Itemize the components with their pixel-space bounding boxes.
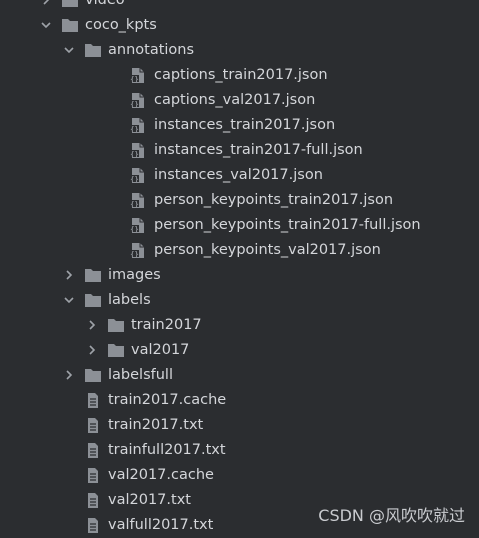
svg-text:{}: {} [130,125,138,133]
tree-item-train2017-cache[interactable]: train2017.cache [0,388,479,413]
svg-text:{}: {} [130,225,138,233]
json-file-icon: {} [129,192,147,209]
tree-item-instances-val2017-json[interactable]: {} instances_val2017.json [0,163,479,188]
tree-item-label: instances_train2017.json [154,117,336,133]
tree-item-label: person_keypoints_val2017.json [154,242,381,258]
tree-item-label: val2017.cache [108,467,214,483]
tree-item-label: captions_train2017.json [154,67,328,83]
text-file-icon [84,417,102,434]
folder-icon [61,17,79,34]
svg-text:{}: {} [130,250,138,258]
chevron-right-icon[interactable] [40,0,52,6]
text-file-icon [84,442,102,459]
json-file-icon: {} [129,242,147,259]
tree-item-label: video [85,0,125,8]
chevron-right-icon[interactable] [63,269,75,281]
svg-text:{}: {} [130,75,138,83]
tree-item-coco-kpts[interactable]: coco_kpts [0,13,479,38]
tree-item-label: train2017.txt [108,417,204,433]
watermark: CSDN @风吹吹就过 [318,506,465,525]
svg-text:{}: {} [130,100,138,108]
folder-icon [84,267,102,284]
tree-item-captions-train2017-json[interactable]: {} captions_train2017.json [0,63,479,88]
tree-item-instances-train2017-json[interactable]: {} instances_train2017.json [0,113,479,138]
tree-item-person-keypoints-val2017-json[interactable]: {} person_keypoints_val2017.json [0,238,479,263]
svg-text:{}: {} [130,150,138,158]
tree-item-label: valfull2017.txt [108,517,214,533]
svg-text:{}: {} [130,200,138,208]
folder-icon [84,292,102,309]
text-file-icon [84,492,102,509]
json-file-icon: {} [129,67,147,84]
json-file-icon: {} [129,167,147,184]
tree-item-label: instances_val2017.json [154,167,323,183]
json-file-icon: {} [129,217,147,234]
tree-item-label: trainfull2017.txt [108,442,226,458]
tree-item-label: images [108,267,161,283]
tree-item-labelsfull[interactable]: labelsfull [0,363,479,388]
tree-item-label: coco_kpts [85,17,157,33]
tree-item-images[interactable]: images [0,263,479,288]
tree-item-train2017[interactable]: train2017 [0,313,479,338]
tree-item-train2017-txt[interactable]: train2017.txt [0,413,479,438]
chevron-down-icon[interactable] [40,19,52,31]
tree-item-person-keypoints-train2017-json[interactable]: {} person_keypoints_train2017.json [0,188,479,213]
text-file-icon [84,392,102,409]
tree-item-val2017-cache[interactable]: val2017.cache [0,463,479,488]
tree-item-trainfull2017-txt[interactable]: trainfull2017.txt [0,438,479,463]
tree-item-val2017[interactable]: val2017 [0,338,479,363]
tree-item-label: annotations [108,42,195,58]
tree-item-instances-train2017-full-json[interactable]: {} instances_train2017-full.json [0,138,479,163]
tree-item-label: val2017.txt [108,492,191,508]
tree-item-label: captions_val2017.json [154,92,316,108]
folder-icon [107,317,125,334]
tree-item-person-keypoints-train2017-full-json[interactable]: {} person_keypoints_train2017-full.json [0,213,479,238]
chevron-down-icon[interactable] [63,294,75,306]
tree-item-label: person_keypoints_train2017.json [154,192,394,208]
tree-item-label: person_keypoints_train2017-full.json [154,217,421,233]
json-file-icon: {} [129,117,147,134]
tree-item-label: labelsfull [108,367,173,383]
text-file-icon [84,467,102,484]
tree-item-video[interactable]: video [0,0,479,13]
folder-icon [61,0,79,9]
chevron-right-icon[interactable] [86,319,98,331]
tree-item-label: train2017 [131,317,202,333]
tree-item-label: labels [108,292,151,308]
tree-item-label: instances_train2017-full.json [154,142,363,158]
tree-item-labels[interactable]: labels [0,288,479,313]
json-file-icon: {} [129,92,147,109]
tree-item-label: train2017.cache [108,392,227,408]
svg-text:{}: {} [130,175,138,183]
tree-item-captions-val2017-json[interactable]: {} captions_val2017.json [0,88,479,113]
folder-icon [107,342,125,359]
folder-icon [84,42,102,59]
folder-icon [84,367,102,384]
chevron-right-icon[interactable] [63,369,75,381]
tree-item-label: val2017 [131,342,190,358]
json-file-icon: {} [129,142,147,159]
chevron-right-icon[interactable] [86,344,98,356]
tree-item-annotations[interactable]: annotations [0,38,479,63]
chevron-down-icon[interactable] [63,44,75,56]
text-file-icon [84,517,102,534]
